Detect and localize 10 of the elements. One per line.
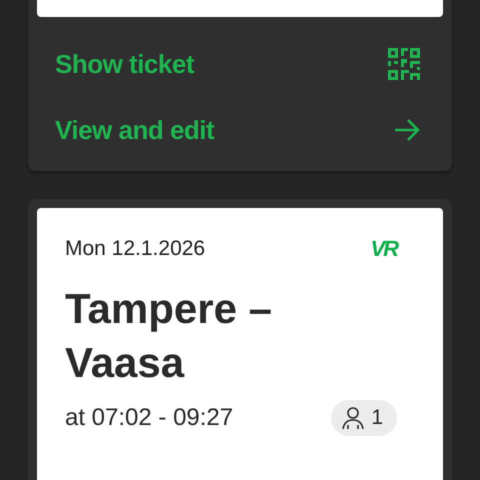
action-link[interactable]: View and edit	[37, 97, 443, 163]
person-icon	[341, 406, 366, 430]
route-title: Tampere – Vaasa	[65, 284, 273, 388]
qr-code-icon	[388, 48, 420, 80]
arrow-right-icon	[394, 119, 420, 141]
trip-time: at 07:02 - 09:27	[65, 404, 234, 432]
passenger-count: 1	[331, 400, 397, 436]
trip-date: Mon 12.1.2026	[65, 237, 206, 261]
action-link[interactable]: Show ticket	[37, 31, 443, 97]
operator-logo: VR	[370, 236, 397, 262]
